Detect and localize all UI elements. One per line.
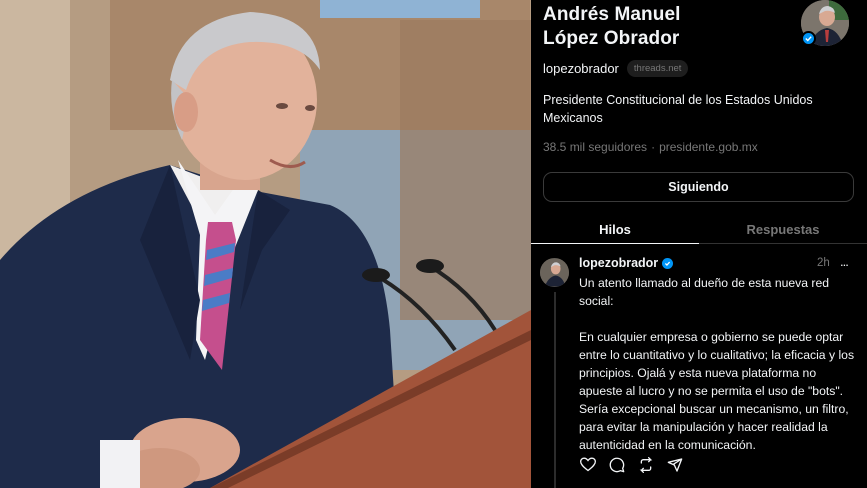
profile-meta: 38.5 mil seguidores · presidente.gob.mx: [543, 140, 758, 154]
active-tab-indicator: [531, 243, 699, 244]
post-paragraph: Un atento llamado al dueño de esta nueva…: [579, 276, 830, 308]
domain-badge[interactable]: threads.net: [626, 60, 689, 77]
post-header: lopezobrador: [579, 256, 674, 270]
threads-profile-panel: Andrés Manuel López Obrador lopezobrador…: [531, 0, 867, 488]
more-options-icon[interactable]: ...: [840, 254, 849, 269]
photo-illustration: [0, 0, 531, 488]
post-text: Un atento llamado al dueño de esta nueva…: [579, 274, 859, 472]
verified-badge-icon: [801, 31, 816, 46]
tab-replies[interactable]: Respuestas: [699, 214, 867, 244]
post-author-name[interactable]: lopezobrador: [579, 256, 658, 270]
news-photo: [0, 0, 531, 488]
thread-connector-line: [554, 292, 556, 488]
post-verified-icon: [662, 257, 674, 269]
tab-threads[interactable]: Hilos: [531, 214, 699, 244]
profile-handle: lopezobrador: [543, 61, 619, 76]
comment-icon[interactable]: [608, 456, 625, 473]
post-author-avatar[interactable]: [540, 258, 569, 287]
profile-name-line2: López Obrador: [543, 28, 680, 49]
post-actions: [579, 456, 683, 473]
repost-icon[interactable]: [637, 456, 654, 473]
followers-count[interactable]: 38.5 mil seguidores: [543, 140, 647, 154]
profile-bio: Presidente Constitucional de los Estados…: [543, 93, 813, 125]
meta-separator: ·: [651, 140, 656, 154]
heart-icon[interactable]: [579, 456, 596, 473]
post-avatar-image: [540, 258, 569, 287]
post-paragraph: En cualquier empresa o gobierno se puede…: [579, 330, 855, 452]
share-icon[interactable]: [666, 456, 683, 473]
following-button[interactable]: Siguiendo: [543, 172, 854, 202]
profile-name-line1: Andrés Manuel: [543, 4, 681, 25]
tab-divider: [699, 243, 867, 244]
handle-row: lopezobrador threads.net: [543, 60, 689, 77]
post-timestamp: 2h: [817, 257, 830, 269]
website-link[interactable]: presidente.gob.mx: [659, 140, 758, 154]
